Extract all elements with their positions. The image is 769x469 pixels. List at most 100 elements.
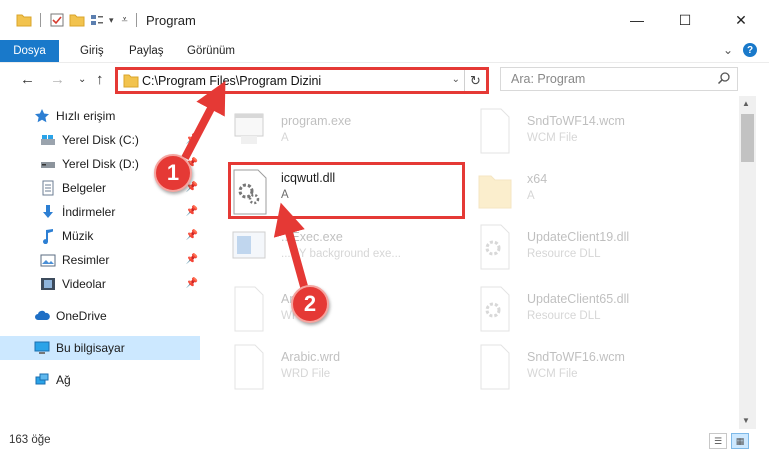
recent-locations-button[interactable]: ⌄ (78, 74, 86, 85)
maximize-button[interactable]: ☐ (662, 0, 708, 40)
sidebar-item-pictures[interactable]: Resimler 📌 (0, 248, 200, 272)
folder-icon (123, 74, 139, 88)
sidebar-item-label: Videolar (62, 277, 106, 291)
sidebar-item-music[interactable]: Müzik 📌 (0, 224, 200, 248)
file-icon (480, 108, 510, 154)
forward-button[interactable]: → (50, 71, 65, 88)
document-icon (42, 180, 54, 196)
folder-item[interactable]: x64 A (455, 164, 695, 224)
pin-icon[interactable]: 📌 (186, 278, 198, 289)
tab-share[interactable]: Paylaş (129, 40, 164, 62)
sidebar-item-label: İndirmeler (62, 205, 116, 219)
expand-ribbon-icon[interactable]: ⌄ (723, 43, 733, 57)
search-box[interactable]: Ara: Program (500, 67, 738, 91)
file-item[interactable]: Ar...ord WR... (209, 284, 449, 344)
file-name: UpdateClient65.dll (527, 292, 630, 306)
exe-file-icon (234, 113, 264, 144)
file-item[interactable]: icqwutl.dll A (226, 167, 466, 227)
address-path[interactable]: C:\Program Files\Program Dizini (142, 74, 321, 88)
file-item[interactable]: SndToWF16.wcm WCM File (455, 342, 695, 402)
file-desc: A (527, 190, 535, 202)
cloud-icon (35, 310, 50, 320)
new-folder-icon[interactable] (69, 12, 85, 28)
scroll-up-icon[interactable]: ▲ (742, 99, 750, 108)
search-placeholder[interactable]: Ara: Program (511, 72, 585, 86)
address-dropdown-icon[interactable]: ⌄ (452, 74, 460, 85)
title-bar: ▾ ⩡ Program — ☐ ✕ (0, 0, 769, 40)
drive-icon (41, 162, 55, 168)
drive-icon (41, 135, 55, 145)
file-item[interactable]: ...Exec.exe ...NY background exe... (209, 222, 449, 282)
sidebar-item-label: Müzik (62, 229, 94, 243)
help-icon[interactable]: ? (743, 43, 757, 57)
sidebar-item-onedrive[interactable]: OneDrive (0, 304, 200, 328)
layout-icon[interactable] (89, 12, 105, 28)
item-count: 163 öğe (9, 434, 51, 446)
quick-access-toolbar: ▾ ⩡ (16, 12, 141, 28)
sidebar-item-quick-access[interactable]: Hızlı erişim (0, 104, 200, 128)
file-name: SndToWF16.wcm (527, 350, 625, 364)
file-item[interactable]: UpdateClient19.dll Resource DLL (455, 222, 695, 282)
pin-icon[interactable]: 📌 (186, 254, 198, 265)
properties-icon[interactable] (49, 12, 65, 28)
search-icon[interactable] (717, 71, 731, 85)
file-item[interactable]: program.exe A (209, 106, 449, 166)
file-desc: A (281, 189, 289, 201)
vertical-scrollbar[interactable]: ▲ ▼ (739, 96, 756, 429)
divider (135, 13, 137, 27)
file-desc: WCM File (527, 368, 578, 380)
sidebar-item-downloads[interactable]: İndirmeler 📌 (0, 200, 200, 224)
close-button[interactable]: ✕ (718, 0, 764, 40)
sidebar-item-label: Ağ (56, 373, 71, 387)
file-name: ...Exec.exe (281, 230, 343, 244)
sidebar-item-label: Yerel Disk (C:) (62, 133, 139, 147)
refresh-button[interactable]: ↻ (464, 70, 486, 91)
file-desc: WRD File (281, 368, 331, 380)
back-button[interactable]: ← (20, 71, 35, 88)
tab-file[interactable]: Dosya (0, 40, 59, 62)
minimize-button[interactable]: — (614, 0, 660, 40)
download-icon (43, 205, 53, 218)
tab-home[interactable]: Giriş (80, 40, 104, 62)
tiles-view-icon[interactable]: ▦ (731, 433, 749, 449)
pin-icon[interactable]: 📌 (186, 230, 198, 241)
scroll-thumb[interactable] (741, 114, 754, 162)
navigation-bar: ← → ⌄ ↑ C:\Program Files\Program Dizini … (0, 62, 769, 96)
divider (40, 13, 41, 27)
navigation-pane: Hızlı erişim Yerel Disk (C:) 📌 Yerel Dis… (0, 96, 205, 429)
file-item[interactable]: UpdateClient65.dll Resource DLL (455, 284, 695, 344)
sidebar-item-disk-c[interactable]: Yerel Disk (C:) 📌 (0, 128, 200, 152)
sidebar-item-label: Yerel Disk (D:) (62, 157, 139, 171)
file-icon (234, 286, 264, 332)
pin-icon[interactable]: 📌 (186, 206, 198, 217)
file-desc: WCM File (527, 132, 578, 144)
tab-view[interactable]: Görünüm (187, 40, 235, 62)
file-name: x64 (527, 172, 548, 186)
sidebar-item-network[interactable]: Ağ (0, 368, 200, 392)
qat-customize-icon[interactable]: ⩡ (122, 14, 128, 27)
sidebar-item-videos[interactable]: Videolar 📌 (0, 272, 200, 296)
status-bar: 163 öğe ☰ ▦ (0, 429, 769, 453)
up-button[interactable]: ↑ (96, 71, 104, 88)
computer-icon (34, 341, 50, 354)
scroll-down-icon[interactable]: ▼ (742, 416, 750, 425)
video-icon (41, 278, 55, 290)
ribbon-tabs: Dosya Giriş Paylaş Görünüm ⌄ ? (0, 40, 769, 62)
highlighted-file[interactable]: icqwutl.dll A (228, 162, 465, 219)
folder-icon (478, 175, 512, 209)
file-item[interactable]: Arabic.wrd WRD File (209, 342, 449, 402)
pin-icon[interactable]: 📌 (186, 134, 198, 145)
pictures-icon (40, 254, 56, 267)
file-name: Arabic.wrd (281, 350, 341, 364)
details-view-icon[interactable]: ☰ (709, 433, 727, 449)
file-item[interactable]: SndToWF14.wcm WCM File (455, 106, 695, 166)
dll-file-icon (233, 169, 267, 215)
dll-file-icon (480, 224, 510, 270)
sidebar-item-label: Belgeler (62, 181, 107, 195)
sidebar-item-label: Bu bilgisayar (56, 341, 125, 355)
sidebar-item-this-pc[interactable]: Bu bilgisayar (0, 336, 200, 360)
address-bar[interactable]: C:\Program Files\Program Dizini ⌄ ↻ (115, 67, 489, 94)
qat-dropdown-icon[interactable]: ▾ (109, 15, 114, 26)
step-1-badge: 1 (154, 154, 192, 192)
music-icon (43, 229, 53, 244)
